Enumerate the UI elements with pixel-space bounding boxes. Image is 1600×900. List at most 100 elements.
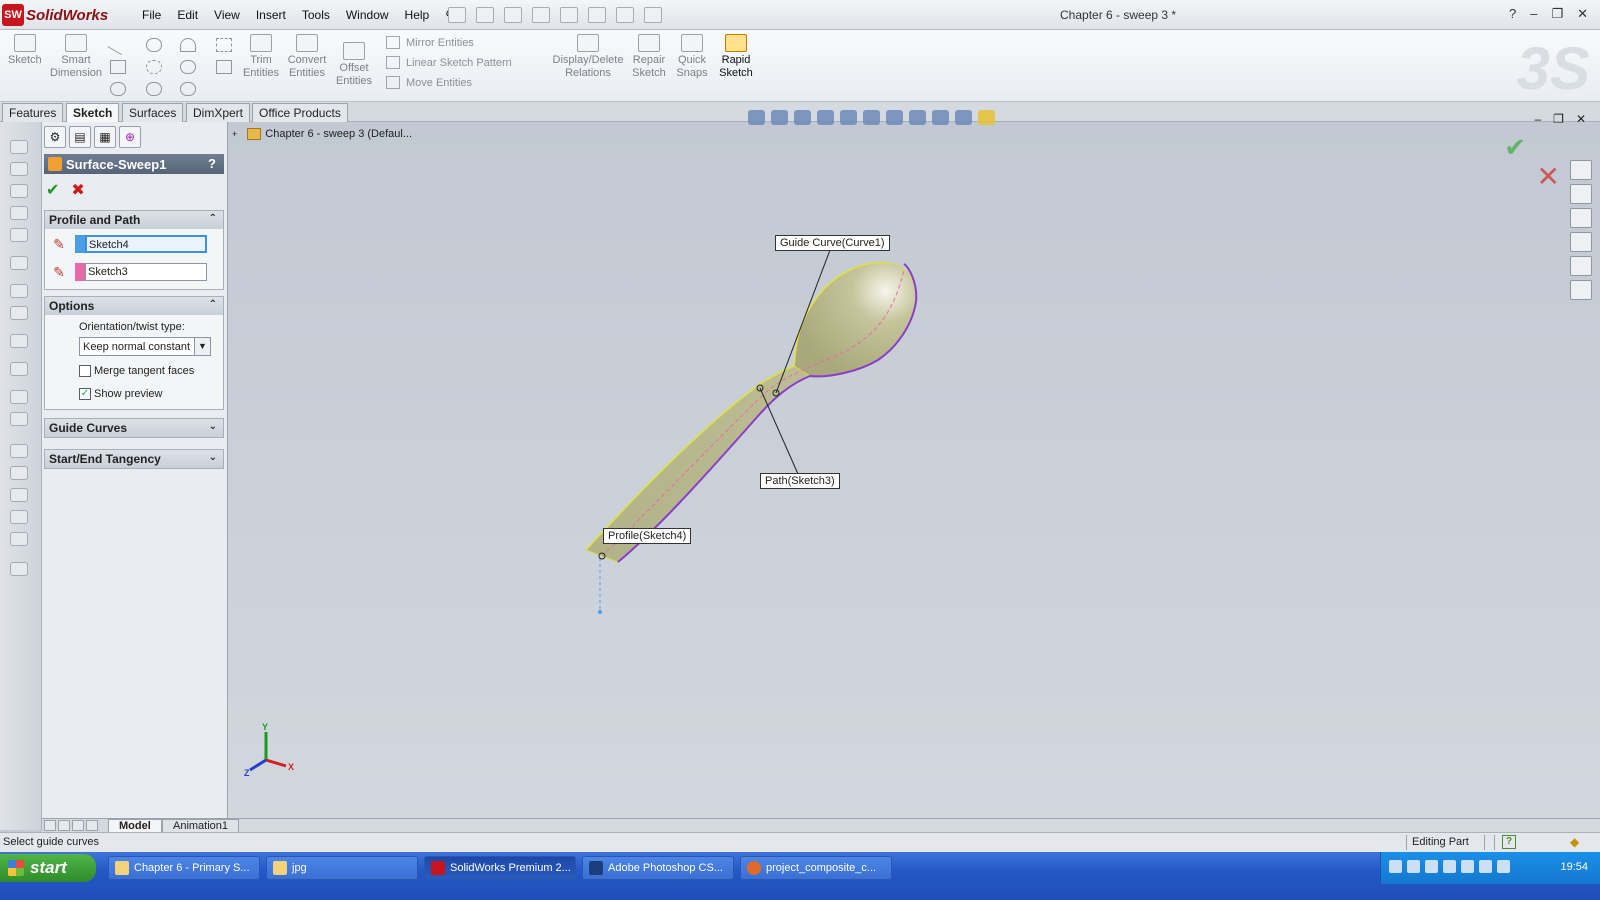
restore-icon[interactable]: ❐ bbox=[1551, 6, 1563, 22]
tangency-group[interactable]: Start/End Tangency ⌄ bbox=[44, 449, 224, 469]
orientation-dropdown[interactable]: Keep normal constant ▼ bbox=[79, 337, 211, 356]
next-tab-icon[interactable] bbox=[72, 820, 84, 831]
merge-tangent-checkbox[interactable]: Merge tangent faces bbox=[79, 365, 194, 377]
options-icon[interactable] bbox=[644, 7, 662, 23]
menu-insert[interactable]: Insert bbox=[248, 8, 294, 22]
path-callout[interactable]: Path(Sketch3) bbox=[760, 473, 840, 489]
text-icon[interactable] bbox=[216, 60, 232, 74]
spline-icon[interactable] bbox=[180, 38, 196, 52]
taskbar-item-folder-chapter6[interactable]: Chapter 6 - Primary S... bbox=[108, 856, 260, 880]
solidworks-logo[interactable]: SW SolidWorks bbox=[2, 3, 108, 27]
convert-entities-command[interactable]: Convert Entities bbox=[286, 34, 328, 80]
quick-tips-icon[interactable]: ? bbox=[1502, 835, 1516, 849]
options-header[interactable]: Options ⌃ bbox=[45, 297, 223, 315]
point-icon[interactable] bbox=[216, 38, 232, 52]
tray-icon-3[interactable] bbox=[1425, 860, 1438, 873]
select-icon[interactable] bbox=[588, 7, 606, 23]
taskbar-item-folder-jpg[interactable]: jpg bbox=[266, 856, 418, 880]
property-manager-tab-icon[interactable]: ▤ bbox=[69, 126, 91, 148]
profile-selection-box[interactable]: Sketch4 bbox=[85, 235, 207, 253]
tray-icon-4[interactable] bbox=[1443, 860, 1456, 873]
menu-edit[interactable]: Edit bbox=[169, 8, 206, 22]
planar-icon[interactable] bbox=[10, 256, 28, 270]
guide-curves-header[interactable]: Guide Curves ⌄ bbox=[45, 419, 223, 437]
dimxpert-manager-tab-icon[interactable]: ⊕ bbox=[119, 126, 141, 148]
expand-chevron-icon[interactable]: ⌄ bbox=[209, 421, 217, 432]
quick-snaps-command[interactable]: Quick Snaps bbox=[674, 34, 710, 80]
taskbar-item-photoshop[interactable]: Adobe Photoshop CS... bbox=[582, 856, 734, 880]
cut-thicken-icon[interactable] bbox=[10, 562, 28, 576]
tab-surfaces[interactable]: Surfaces bbox=[122, 103, 184, 122]
loft-icon[interactable] bbox=[10, 206, 28, 220]
boundary-icon[interactable] bbox=[10, 228, 28, 242]
taskbar-item-project-composite[interactable]: project_composite_c... bbox=[740, 856, 892, 880]
thicken-icon[interactable] bbox=[10, 532, 28, 546]
collapse-chevron-icon[interactable]: ⌃ bbox=[209, 213, 217, 224]
repair-sketch-command[interactable]: Repair Sketch bbox=[630, 34, 668, 80]
delete-face-icon[interactable] bbox=[10, 466, 28, 480]
circle-icon[interactable] bbox=[146, 38, 162, 52]
knit-icon[interactable] bbox=[10, 412, 28, 426]
tab-dimxpert[interactable]: DimXpert bbox=[186, 103, 251, 122]
taskbar-item-solidworks[interactable]: SolidWorks Premium 2... bbox=[424, 856, 576, 880]
profile-and-path-header[interactable]: Profile and Path ⌃ bbox=[45, 211, 223, 229]
menu-help[interactable]: Help bbox=[397, 8, 438, 22]
configuration-manager-tab-icon[interactable]: ▦ bbox=[94, 126, 116, 148]
print-icon[interactable] bbox=[532, 7, 550, 23]
extrude-icon[interactable] bbox=[10, 140, 28, 154]
slot-icon[interactable] bbox=[110, 82, 126, 96]
dropdown-arrow-icon[interactable]: ▼ bbox=[194, 338, 210, 355]
ellipse-icon[interactable] bbox=[180, 60, 196, 74]
expand-chevron-icon[interactable]: ⌄ bbox=[209, 452, 217, 463]
graphics-area[interactable]: + Chapter 6 - sweep 3 (Defaul... – ❐ ✕ ✔… bbox=[228, 110, 1600, 818]
cancel-x-icon[interactable]: ✖ bbox=[71, 180, 84, 200]
tab-sketch[interactable]: Sketch bbox=[66, 103, 120, 122]
menu-window[interactable]: Window bbox=[338, 8, 397, 22]
tag-icon[interactable]: ◆ bbox=[1570, 835, 1579, 849]
rapid-sketch-command[interactable]: Rapid Sketch bbox=[718, 34, 754, 80]
collapse-chevron-icon[interactable]: ⌃ bbox=[209, 299, 217, 310]
display-relations-command[interactable]: Display/Delete Relations bbox=[552, 34, 624, 80]
offset-surface-icon[interactable] bbox=[10, 284, 28, 298]
fillet-surface-icon[interactable] bbox=[10, 444, 28, 458]
undo-icon[interactable] bbox=[560, 7, 578, 23]
smart-dimension-command[interactable]: Smart Dimension bbox=[50, 34, 102, 80]
sketch-command[interactable]: Sketch bbox=[8, 34, 42, 67]
antivirus-icon[interactable] bbox=[1479, 860, 1492, 873]
close-icon[interactable]: ✕ bbox=[1577, 6, 1588, 22]
untrim-icon[interactable] bbox=[10, 390, 28, 404]
first-tab-icon[interactable] bbox=[44, 820, 56, 831]
polygon-icon[interactable] bbox=[146, 60, 162, 74]
new-document-icon[interactable] bbox=[448, 7, 466, 23]
tab-office-products[interactable]: Office Products bbox=[252, 103, 348, 122]
help-icon[interactable]: ? bbox=[1509, 6, 1516, 22]
sweep-preview-model[interactable] bbox=[228, 122, 1600, 818]
tray-icon-1[interactable] bbox=[1389, 860, 1402, 873]
extend-icon[interactable] bbox=[10, 334, 28, 348]
guide-curve-callout[interactable]: Guide Curve(Curve1) bbox=[775, 235, 890, 251]
guide-curves-group[interactable]: Guide Curves ⌄ bbox=[44, 418, 224, 438]
linear-pattern-command[interactable]: Linear Sketch Pattern bbox=[386, 56, 512, 69]
minimize-icon[interactable]: – bbox=[1530, 6, 1537, 22]
rebuild-icon[interactable] bbox=[616, 7, 634, 23]
trim-entities-command[interactable]: Trim Entities bbox=[243, 34, 279, 80]
clock[interactable]: 19:54 bbox=[1560, 861, 1588, 873]
show-preview-checkbox[interactable]: ✓ Show preview bbox=[79, 388, 162, 400]
rectangle-icon[interactable] bbox=[110, 60, 126, 74]
trim-surface-icon[interactable] bbox=[10, 362, 28, 376]
last-tab-icon[interactable] bbox=[86, 820, 98, 831]
centerpoint-icon[interactable] bbox=[216, 82, 232, 96]
revolve-icon[interactable] bbox=[10, 162, 28, 176]
move-face-icon[interactable] bbox=[10, 510, 28, 524]
mirror-entities-command[interactable]: Mirror Entities bbox=[386, 36, 512, 49]
offset-entities-command[interactable]: Offset Entities bbox=[336, 42, 372, 88]
sweep-icon[interactable] bbox=[10, 184, 28, 198]
replace-face-icon[interactable] bbox=[10, 488, 28, 502]
tab-model[interactable]: Model bbox=[108, 819, 162, 833]
menu-file[interactable]: File bbox=[134, 8, 169, 22]
merge-tangent-box[interactable] bbox=[79, 365, 91, 377]
profile-endpoint[interactable] bbox=[598, 610, 602, 614]
line-icon[interactable] bbox=[107, 34, 129, 56]
start-button[interactable]: start bbox=[0, 854, 96, 882]
open-icon[interactable] bbox=[476, 7, 494, 23]
